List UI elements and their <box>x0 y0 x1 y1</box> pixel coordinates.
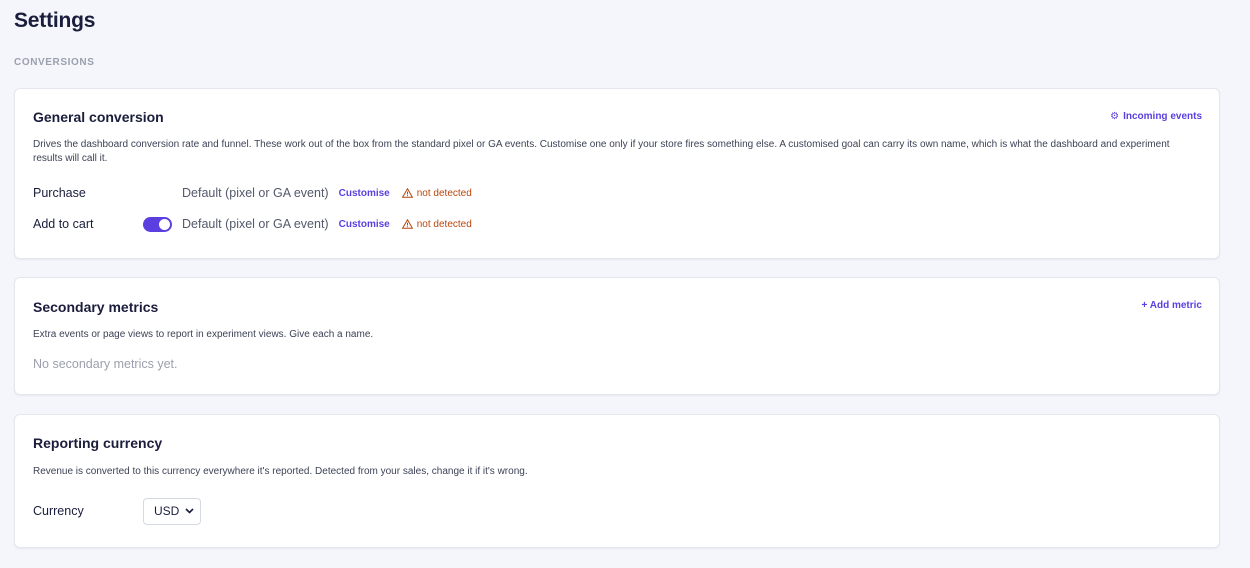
currency-row: Currency USD <box>33 497 202 525</box>
secondary-metrics-card: Secondary metrics + Add metric Extra eve… <box>14 277 1220 395</box>
incoming-events-label: Incoming events <box>1123 111 1202 122</box>
general-conversion-title: General conversion <box>33 109 164 125</box>
reporting-currency-description: Revenue is converted to this currency ev… <box>33 466 528 477</box>
currency-select[interactable]: USD <box>143 497 202 525</box>
add-metric-button[interactable]: + Add metric <box>1142 300 1202 311</box>
page-title: Settings <box>14 9 96 32</box>
currency-label: Currency <box>33 504 84 518</box>
warning-icon <box>401 188 413 198</box>
row-default-text: Default (pixel or GA event) <box>182 186 329 200</box>
toggle-knob <box>159 218 170 230</box>
customise-purchase-link[interactable]: Customise <box>339 188 390 199</box>
general-conversion-description: Drives the dashboard conversion rate and… <box>33 139 1170 164</box>
status-text: not detected <box>416 218 472 230</box>
row-label: Purchase <box>33 186 86 200</box>
add-to-cart-toggle[interactable] <box>143 216 172 232</box>
secondary-metrics-title: Secondary metrics <box>33 299 159 315</box>
section-label-conversions: CONVERSIONS <box>14 57 95 68</box>
secondary-metrics-description: Extra events or page views to report in … <box>33 329 374 340</box>
conversion-row-add-to-cart: Add to cart Default (pixel or GA event) … <box>33 214 472 234</box>
row-default-text: Default (pixel or GA event) <box>182 217 329 231</box>
status-text: not detected <box>416 187 472 199</box>
reporting-currency-title: Reporting currency <box>33 435 163 451</box>
status-badge: not detected <box>401 218 472 230</box>
reporting-currency-card: Reporting currency Revenue is converted … <box>14 414 1220 548</box>
warning-icon <box>401 219 413 229</box>
customise-add-to-cart-link[interactable]: Customise <box>339 219 390 230</box>
currency-value: USD <box>154 504 180 518</box>
incoming-events-link[interactable]: ⚙ Incoming events <box>1110 111 1202 122</box>
chevron-down-icon <box>185 508 194 514</box>
conversion-row-purchase: Purchase Default (pixel or GA event) Cus… <box>33 183 472 203</box>
status-badge: not detected <box>401 187 472 199</box>
general-conversion-card: General conversion ⚙ Incoming events Dri… <box>14 88 1220 259</box>
gear-icon: ⚙ <box>1110 110 1120 122</box>
row-label: Add to cart <box>33 217 94 231</box>
empty-state-text: No secondary metrics yet. <box>33 357 178 371</box>
